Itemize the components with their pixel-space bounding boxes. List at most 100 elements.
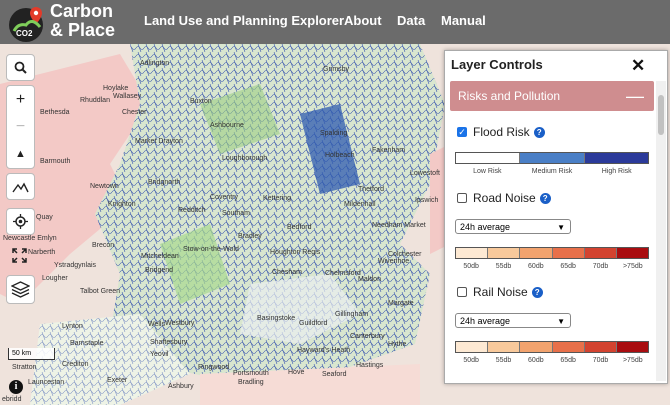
- legend-swatch: [584, 342, 617, 352]
- close-panel-button[interactable]: ✕: [631, 56, 645, 76]
- rail-noise-checkbox[interactable]: [457, 287, 467, 297]
- info-icon[interactable]: i: [9, 380, 23, 394]
- compass-arrow-icon: ▲: [15, 147, 26, 160]
- zoom-controls: + − ▲: [6, 85, 35, 169]
- rail-noise-select[interactable]: 24h average ▼: [455, 313, 571, 328]
- map-label: Yeovil: [150, 351, 169, 358]
- help-icon[interactable]: ?: [539, 192, 551, 204]
- scrollbar-thumb[interactable]: [658, 95, 664, 135]
- map-label: Newcastle Emlyn: [3, 235, 57, 242]
- map-label: Bridgend: [145, 267, 174, 274]
- layer-road-noise[interactable]: Road Noise ?: [457, 191, 551, 205]
- legend-swatch: [520, 342, 553, 352]
- map-label: Quay: [36, 214, 53, 221]
- map-label: Talbot Green: [80, 288, 121, 295]
- layer-flood-risk[interactable]: ✓ Flood Risk ?: [457, 125, 545, 139]
- map-label: Bridgnorth: [148, 179, 181, 186]
- map-label: Hastings: [356, 362, 384, 369]
- map-label: Margate: [388, 300, 414, 307]
- map-label: Coventry: [210, 194, 239, 201]
- map-label: Barnstaple: [70, 340, 104, 347]
- map-label: Hayward's Heath: [297, 347, 351, 354]
- legend-label: Low Risk: [473, 168, 502, 175]
- road-noise-select[interactable]: 24h average ▼: [455, 219, 571, 234]
- map-label: Wallasey: [113, 93, 142, 100]
- map-label: Westbury: [165, 320, 195, 327]
- legend-label: >75db: [622, 357, 643, 364]
- legend-label: 70db: [592, 263, 609, 270]
- map-label: Spalding: [320, 130, 348, 137]
- map-label: Rhuddlan: [80, 97, 110, 104]
- mountain-icon: [12, 182, 29, 192]
- brand-line-2: & Place: [50, 20, 116, 40]
- map-label: Fakenham: [372, 147, 406, 154]
- road-noise-checkbox[interactable]: [457, 193, 467, 203]
- map-label: Chesham: [272, 269, 302, 276]
- flood-risk-checkbox[interactable]: ✓: [457, 127, 467, 137]
- legend-swatch: [456, 153, 521, 163]
- reset-north-button[interactable]: ▲: [7, 140, 34, 167]
- help-icon[interactable]: ?: [531, 286, 543, 298]
- locate-icon: [13, 214, 28, 229]
- nav-manual[interactable]: Manual: [441, 13, 486, 28]
- legend-swatch: [456, 342, 489, 352]
- panel-scrollbar[interactable]: [656, 81, 666, 381]
- road-noise-legend-labels: 50db 55db 60db 65db 70db >75db: [455, 263, 649, 270]
- nav-land-use-planning-explorer[interactable]: Land Use and Planning Explorer: [144, 13, 344, 28]
- map-label: Bradley: [238, 233, 262, 240]
- map-label: Bedford: [287, 224, 312, 231]
- help-icon[interactable]: ?: [533, 126, 545, 138]
- legend-label: >75db: [622, 263, 643, 270]
- chevron-down-icon: ▼: [557, 223, 565, 232]
- map-label: Ystradgynlais: [54, 262, 97, 269]
- map-label: Exeter: [107, 377, 128, 384]
- map-label: Holbeach: [325, 152, 355, 159]
- nav-about[interactable]: About: [344, 13, 382, 28]
- map-label: Wells: [148, 321, 165, 328]
- map-label: Ashbury: [168, 383, 194, 390]
- map-label: Ashbourne: [210, 122, 244, 129]
- search-map-button[interactable]: [6, 54, 35, 81]
- legend-label: 60db: [528, 263, 544, 270]
- map-label: Launceston: [28, 379, 65, 386]
- collapse-icon: —: [626, 86, 644, 106]
- logo-text: CO2: [16, 29, 33, 38]
- layer-rail-noise[interactable]: Rail Noise ?: [457, 285, 543, 299]
- search-icon: [14, 61, 27, 74]
- map-label: Crediton: [62, 361, 89, 368]
- map-label: Market Drayton: [135, 138, 183, 145]
- legend-label: 65db: [560, 357, 576, 364]
- legend-label: 55db: [495, 263, 512, 270]
- basemap-layers-button[interactable]: [6, 275, 35, 304]
- rail-noise-legend: [455, 341, 649, 353]
- map-label: Kettering: [263, 195, 292, 202]
- map-label: Lynton: [62, 323, 83, 330]
- map-label: Gillingham: [335, 311, 369, 318]
- layer-controls-panel: Layer Controls ✕ Risks and Pollution — ✓…: [444, 50, 668, 384]
- map-label: Newtown: [90, 183, 119, 190]
- flood-risk-label: Flood Risk: [473, 125, 530, 139]
- carbon-place-logo[interactable]: CO2: [6, 3, 46, 43]
- brand-name[interactable]: Carbon & Place: [50, 2, 115, 40]
- flood-risk-legend: [455, 152, 649, 164]
- map-label: Hove: [288, 369, 305, 376]
- road-noise-select-value: 24h average: [460, 222, 511, 232]
- legend-label: 65db: [560, 263, 576, 270]
- zoom-out-button[interactable]: −: [7, 113, 34, 140]
- rail-noise-label: Rail Noise: [473, 285, 528, 299]
- chevron-down-icon: ▼: [557, 317, 565, 326]
- fullscreen-button[interactable]: [6, 244, 33, 266]
- map-label: Hythe: [388, 341, 407, 348]
- terrain-toggle-button[interactable]: [6, 173, 35, 200]
- map-label: Chester: [122, 109, 147, 116]
- legend-swatch: [616, 248, 649, 258]
- geolocate-button[interactable]: [6, 208, 35, 235]
- scale-bar: 50 km: [8, 348, 55, 360]
- zoom-in-button[interactable]: +: [7, 86, 34, 113]
- map-label: Seaford: [322, 371, 347, 378]
- map-label: Ringwood: [198, 364, 230, 371]
- flood-risk-legend-labels: Low Risk Medium Risk High Risk: [455, 168, 649, 175]
- nav-data[interactable]: Data: [397, 13, 425, 28]
- section-risks-and-pollution[interactable]: Risks and Pollution —: [450, 81, 654, 111]
- legend-swatch: [584, 153, 648, 163]
